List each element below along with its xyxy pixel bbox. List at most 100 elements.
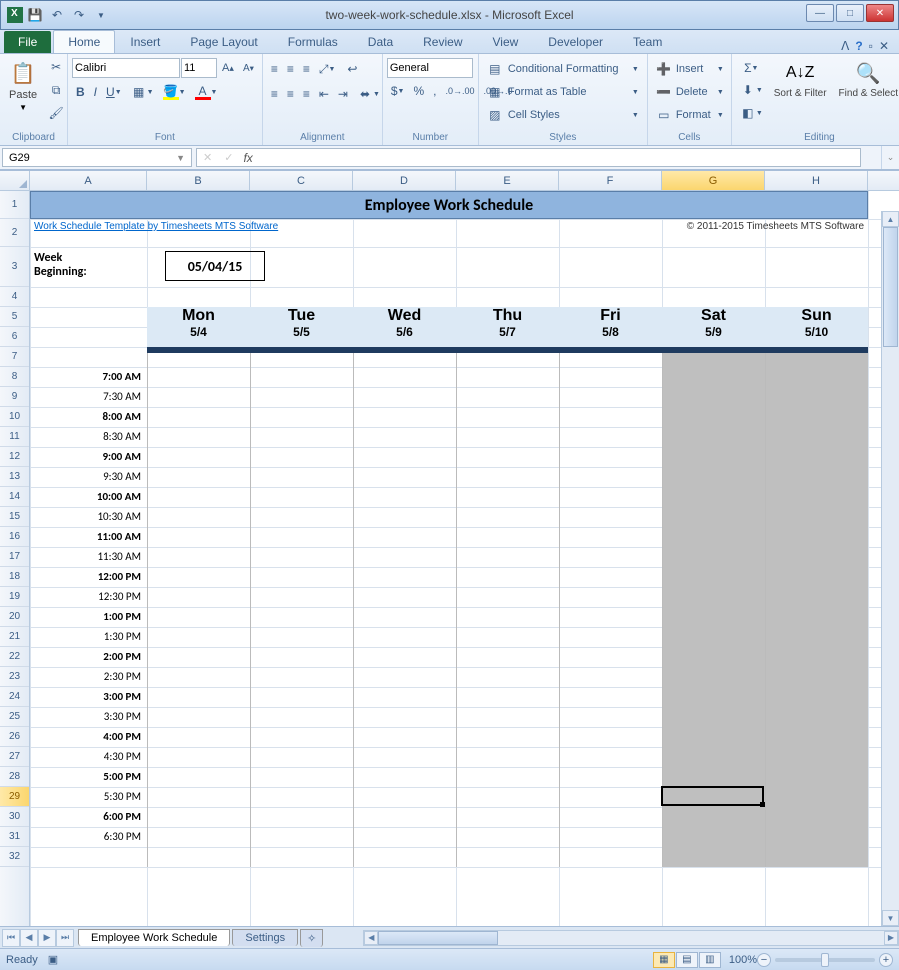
row-header-11[interactable]: 11	[0, 427, 29, 447]
increase-font-button[interactable]: A▴	[218, 59, 238, 77]
minimize-ribbon-icon[interactable]: ᐱ	[841, 39, 849, 53]
scroll-down-icon[interactable]: ▼	[882, 910, 899, 926]
zoom-level[interactable]: 100%	[729, 954, 757, 966]
column-header-C[interactable]: C	[250, 171, 353, 190]
row-header-10[interactable]: 10	[0, 407, 29, 427]
row-header-22[interactable]: 22	[0, 647, 29, 667]
clear-button[interactable]: ◧▼	[736, 102, 767, 124]
row-header-9[interactable]: 9	[0, 387, 29, 407]
wrap-text-button[interactable]: ↩	[340, 58, 364, 80]
sheet-nav-first-icon[interactable]: ⏮	[2, 929, 20, 947]
increase-decimal-button[interactable]: .0→.00	[441, 83, 478, 99]
tab-data[interactable]: Data	[353, 30, 408, 53]
tab-insert[interactable]: Insert	[115, 30, 175, 53]
row-header-26[interactable]: 26	[0, 727, 29, 747]
tab-review[interactable]: Review	[408, 30, 477, 53]
number-format-select[interactable]	[387, 58, 473, 78]
sort-filter-button[interactable]: A↓Z Sort & Filter	[769, 56, 832, 102]
font-name-input[interactable]	[72, 58, 180, 78]
sheet-nav-last-icon[interactable]: ⏭	[56, 929, 74, 947]
qat-undo-icon[interactable]: ↶	[47, 5, 67, 25]
column-header-A[interactable]: A	[30, 171, 147, 190]
minimize-button[interactable]: —	[806, 4, 834, 22]
orientation-button[interactable]: ⤢▼	[315, 59, 340, 80]
paste-button[interactable]: 📋 Paste ▼	[4, 56, 42, 115]
decrease-font-button[interactable]: A▾	[239, 60, 258, 77]
row-header-28[interactable]: 28	[0, 767, 29, 787]
copy-button[interactable]: ⧉	[44, 79, 68, 101]
row-header-17[interactable]: 17	[0, 547, 29, 567]
fill-button[interactable]: ⬇▼	[736, 79, 767, 101]
column-header-E[interactable]: E	[456, 171, 559, 190]
row-header-29[interactable]: 29	[0, 787, 29, 807]
decrease-indent-button[interactable]: ⇤	[315, 84, 333, 104]
row-header-18[interactable]: 18	[0, 567, 29, 587]
row-header-16[interactable]: 16	[0, 527, 29, 547]
row-header-4[interactable]: 4	[0, 287, 29, 307]
scroll-thumb[interactable]	[883, 227, 898, 347]
scroll-right-icon[interactable]: ▶	[884, 931, 898, 945]
maximize-button[interactable]: □	[836, 4, 864, 22]
excel-icon[interactable]	[7, 7, 23, 23]
column-header-G[interactable]: G	[662, 171, 765, 190]
column-header-B[interactable]: B	[147, 171, 250, 190]
name-box-dropdown-icon[interactable]: ▼	[176, 153, 185, 163]
row-header-24[interactable]: 24	[0, 687, 29, 707]
align-top-button[interactable]: ≡	[267, 59, 282, 79]
formula-expand-icon[interactable]: ⌄	[881, 146, 899, 169]
scroll-up-icon[interactable]: ▲	[882, 211, 899, 227]
template-link[interactable]: Work Schedule Template by Timesheets MTS…	[30, 221, 278, 232]
format-cells-button[interactable]: ▭Format▼	[652, 104, 728, 126]
accept-formula-icon[interactable]: ✓	[218, 151, 239, 164]
align-center-button[interactable]: ≡	[283, 84, 298, 104]
row-header-14[interactable]: 14	[0, 487, 29, 507]
row-header-31[interactable]: 31	[0, 827, 29, 847]
ribbon-restore-icon[interactable]: ▫	[869, 39, 873, 53]
name-box-input[interactable]	[9, 152, 176, 164]
align-left-button[interactable]: ≡	[267, 84, 282, 104]
font-color-button[interactable]: A▼	[191, 81, 222, 103]
sheet-nav-next-icon[interactable]: ▶	[38, 929, 56, 947]
autosum-button[interactable]: Σ▼	[736, 58, 767, 78]
row-header-1[interactable]: 1	[0, 191, 29, 219]
help-icon[interactable]: ?	[855, 39, 862, 53]
fx-icon[interactable]: fx	[239, 151, 256, 165]
ribbon-close-icon[interactable]: ✕	[879, 39, 889, 53]
sheet-tab-settings[interactable]: Settings	[232, 929, 298, 946]
new-sheet-button[interactable]: ✧	[300, 929, 323, 947]
tab-home[interactable]: Home	[53, 30, 115, 53]
row-header-12[interactable]: 12	[0, 447, 29, 467]
row-header-6[interactable]: 6	[0, 327, 29, 347]
page-layout-view-button[interactable]: ▤	[676, 952, 698, 968]
macro-record-icon[interactable]: ▣	[48, 953, 58, 966]
row-header-2[interactable]: 2	[0, 219, 29, 247]
row-header-25[interactable]: 25	[0, 707, 29, 727]
select-all-corner[interactable]	[0, 171, 30, 190]
delete-cells-button[interactable]: ➖Delete▼	[652, 81, 728, 103]
row-header-32[interactable]: 32	[0, 847, 29, 867]
align-right-button[interactable]: ≡	[299, 84, 314, 104]
insert-cells-button[interactable]: ➕Insert▼	[652, 58, 728, 80]
close-button[interactable]: ✕	[866, 4, 894, 22]
cell-styles-button[interactable]: ▨Cell Styles ▼	[483, 104, 643, 126]
align-bottom-button[interactable]: ≡	[299, 59, 314, 79]
border-button[interactable]: ▦▼	[127, 81, 158, 103]
format-as-table-button[interactable]: ▦Format as Table ▼	[483, 81, 643, 103]
column-header-F[interactable]: F	[559, 171, 662, 190]
page-break-view-button[interactable]: ▥	[699, 952, 721, 968]
tab-file[interactable]: File	[4, 31, 51, 53]
scroll-left-icon[interactable]: ◀	[364, 931, 378, 945]
merge-button[interactable]: ⬌▼	[353, 83, 384, 105]
cells-area[interactable]: Employee Work ScheduleWork Schedule Temp…	[30, 191, 899, 926]
cut-button[interactable]: ✂	[44, 56, 68, 78]
currency-button[interactable]: $▼	[387, 81, 409, 101]
scroll-thumb[interactable]	[378, 931, 498, 945]
active-cell[interactable]	[661, 786, 764, 806]
vertical-scrollbar[interactable]: ▲ ▼	[881, 211, 899, 926]
comma-button[interactable]: ,	[429, 81, 440, 101]
sheet-nav-prev-icon[interactable]: ◀	[20, 929, 38, 947]
row-header-20[interactable]: 20	[0, 607, 29, 627]
week-date-value[interactable]: 05/04/15	[165, 251, 265, 281]
conditional-formatting-button[interactable]: ▤Conditional Formatting ▼	[483, 58, 643, 80]
zoom-in-button[interactable]: +	[879, 953, 893, 967]
